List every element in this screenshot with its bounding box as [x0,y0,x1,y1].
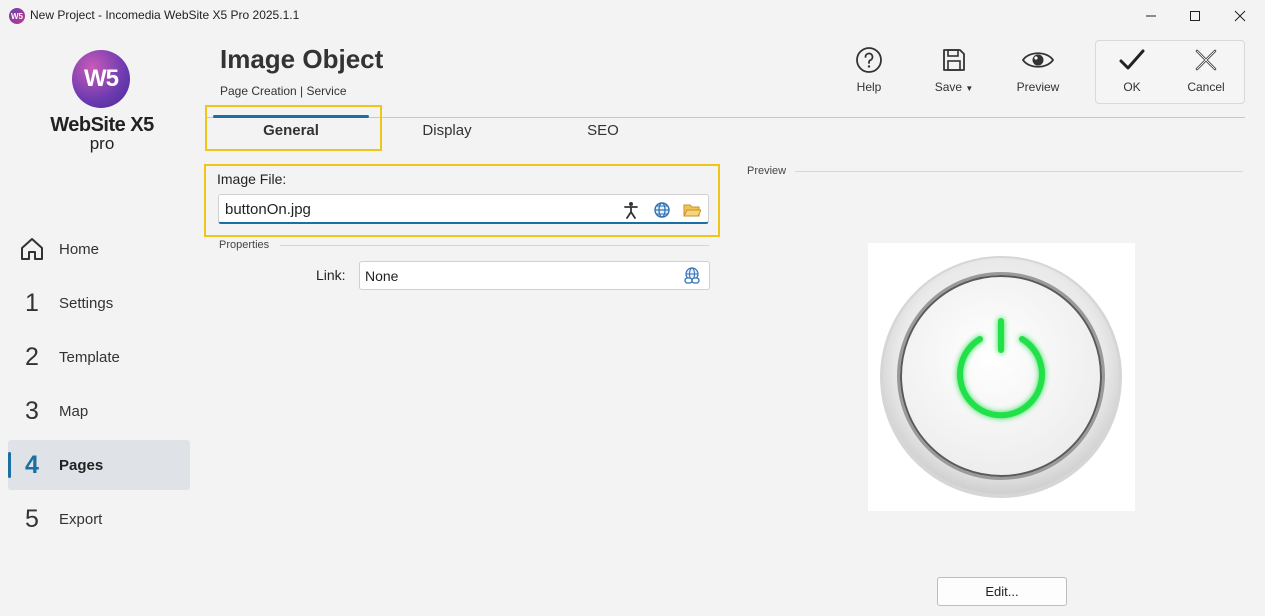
minimize-icon [1146,15,1156,17]
breadcrumb: Page Creation | Service [220,84,347,98]
tab-display[interactable]: Display [369,122,525,146]
tab-seo[interactable]: SEO [525,122,681,146]
sidebar-item-template[interactable]: 2 Template [8,332,190,382]
sidebar-item-label: Pages [59,456,104,474]
sidebar-item-home[interactable]: Home [8,224,190,274]
check-icon [1119,49,1145,70]
properties-section-label: Properties [219,239,270,251]
accessibility-icon[interactable] [621,200,641,220]
eye-icon [1021,52,1055,68]
home-icon [21,238,43,260]
step-number: 3 [25,396,39,425]
save-icon [943,49,965,71]
minimize-button[interactable] [1128,0,1174,32]
image-file-label: Image File: [217,171,287,187]
title-bar: W5 New Project - Incomedia WebSite X5 Pr… [0,0,1265,32]
page-title: Image Object [220,44,384,74]
save-label: Save ▼ [934,80,974,94]
folder-icon[interactable] [682,200,702,220]
properties-divider [280,245,709,246]
sidebar-item-label: Template [59,348,120,366]
help-icon [856,47,882,73]
sidebar-item-label: Settings [59,294,114,312]
image-file-field[interactable]: buttonOn.jpg [218,194,709,224]
maximize-button[interactable] [1172,0,1218,32]
sidebar-item-export[interactable]: 5 Export [8,494,190,544]
preview-divider [795,171,1243,172]
preview-button[interactable]: Preview [1002,46,1074,102]
sidebar-item-map[interactable]: 3 Map [8,386,190,436]
highlight-tab-general [205,105,382,151]
link-label: Link: [316,267,346,283]
image-file-value: buttonOn.jpg [225,201,311,218]
image-preview [868,243,1135,511]
step-number: 4 [25,450,39,479]
app-logo: W5 WebSite X5 pro [50,50,154,160]
edit-image-button[interactable]: Edit... [937,577,1067,606]
sidebar-item-label: Export [59,510,103,528]
sidebar-item-label: Map [59,402,89,420]
logo-badge: W5 [72,50,130,108]
maximize-icon [1190,11,1200,21]
sidebar-item-pages[interactable]: 4 Pages [8,440,190,490]
link-field[interactable]: None [359,261,710,290]
ok-button[interactable]: OK [1096,46,1168,102]
app-icon: W5 [9,8,25,24]
ok-label: OK [1123,80,1141,94]
help-label: Help [856,80,882,94]
power-button-image [880,256,1122,498]
close-icon [1234,10,1246,22]
step-number: 2 [25,342,39,371]
link-value: None [365,268,399,284]
help-button[interactable]: Help [833,46,905,102]
window-title: New Project - Incomedia WebSite X5 Pro 2… [30,8,300,22]
close-window-button[interactable] [1217,0,1263,32]
step-number: 5 [25,504,39,533]
logo-edition: pro [89,134,115,153]
cancel-label: Cancel [1187,80,1225,94]
save-button[interactable]: Save ▼ [918,46,990,102]
preview-label: Preview [1016,80,1060,94]
step-number: 1 [25,288,39,317]
preview-section-label: Preview [747,165,787,177]
sidebar-item-settings[interactable]: 1 Settings [8,278,190,328]
cancel-icon [1195,49,1217,71]
web-image-icon[interactable] [652,200,672,220]
sidebar-item-label: Home [59,240,100,258]
cancel-button[interactable]: Cancel [1170,46,1242,102]
link-settings-icon[interactable] [682,266,702,286]
chevron-down-icon: ▼ [965,84,974,93]
